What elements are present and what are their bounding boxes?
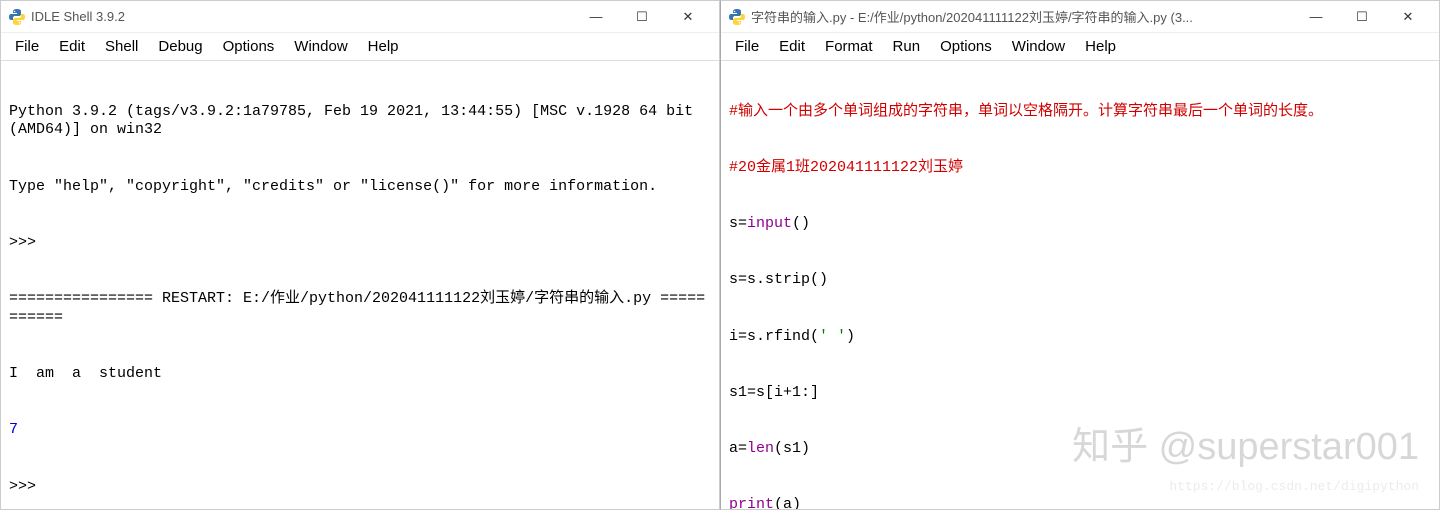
shell-output-area[interactable]: Python 3.9.2 (tags/v3.9.2:1a79785, Feb 1… (1, 61, 719, 509)
shell-output-line: 7 (9, 421, 711, 440)
titlebar-right: 字符串的输入.py - E:/作业/python/202041111122刘玉婷… (721, 1, 1439, 33)
maximize-button[interactable]: ☐ (619, 1, 665, 33)
code-line: s=input() (729, 215, 1431, 234)
menu-format[interactable]: Format (815, 35, 883, 58)
menu-edit[interactable]: Edit (769, 35, 815, 58)
window-title-right: 字符串的输入.py - E:/作业/python/202041111122刘玉婷… (751, 7, 1293, 26)
code-editor-area[interactable]: #输入一个由多个单词组成的字符串，单词以空格隔开。计算字符串最后一个单词的长度。… (721, 61, 1439, 509)
shell-prompt: >>> (9, 478, 36, 495)
idle-shell-window: IDLE Shell 3.9.2 — ☐ ✕ File Edit Shell D… (0, 0, 720, 510)
menu-options[interactable]: Options (930, 35, 1002, 58)
code-line: a=len(s1) (729, 440, 1431, 459)
menu-run[interactable]: Run (883, 35, 931, 58)
minimize-button[interactable]: — (1293, 1, 1339, 33)
menu-window[interactable]: Window (1002, 35, 1075, 58)
menu-edit[interactable]: Edit (49, 35, 95, 58)
menu-window[interactable]: Window (284, 35, 357, 58)
idle-editor-window: 字符串的输入.py - E:/作业/python/202041111122刘玉婷… (720, 0, 1440, 510)
code-line: #20金属1班202041111122刘玉婷 (729, 159, 1431, 178)
minimize-button[interactable]: — (573, 1, 619, 33)
titlebar-left: IDLE Shell 3.9.2 — ☐ ✕ (1, 1, 719, 33)
code-line: print(a) (729, 496, 1431, 509)
menu-help[interactable]: Help (1075, 35, 1126, 58)
menu-file[interactable]: File (725, 35, 769, 58)
shell-prompt: >>> (9, 234, 36, 251)
window-controls-left: — ☐ ✕ (573, 1, 711, 33)
menu-shell[interactable]: Shell (95, 35, 148, 58)
shell-banner-line: Type "help", "copyright", "credits" or "… (9, 178, 711, 197)
close-button[interactable]: ✕ (1385, 1, 1431, 33)
code-line: s=s.strip() (729, 271, 1431, 290)
shell-restart-line: ================ RESTART: E:/作业/python/2… (9, 290, 711, 328)
menubar-right: File Edit Format Run Options Window Help (721, 33, 1439, 61)
menubar-left: File Edit Shell Debug Options Window Hel… (1, 33, 719, 61)
shell-banner-line: Python 3.9.2 (tags/v3.9.2:1a79785, Feb 1… (9, 103, 711, 141)
maximize-button[interactable]: ☐ (1339, 1, 1385, 33)
menu-debug[interactable]: Debug (148, 35, 212, 58)
menu-help[interactable]: Help (358, 35, 409, 58)
python-icon (9, 9, 25, 25)
watermark-sub-text: https://blog.csdn.net/digipython (1169, 479, 1419, 495)
code-line: s1=s[i+1:] (729, 384, 1431, 403)
window-controls-right: — ☐ ✕ (1293, 1, 1431, 33)
close-button[interactable]: ✕ (665, 1, 711, 33)
shell-input-line: I am a student (9, 365, 711, 384)
code-line: i=s.rfind(' ') (729, 328, 1431, 347)
window-title-left: IDLE Shell 3.9.2 (31, 9, 573, 24)
python-icon (729, 9, 745, 25)
menu-options[interactable]: Options (213, 35, 285, 58)
menu-file[interactable]: File (5, 35, 49, 58)
code-line: #输入一个由多个单词组成的字符串，单词以空格隔开。计算字符串最后一个单词的长度。 (729, 103, 1431, 122)
